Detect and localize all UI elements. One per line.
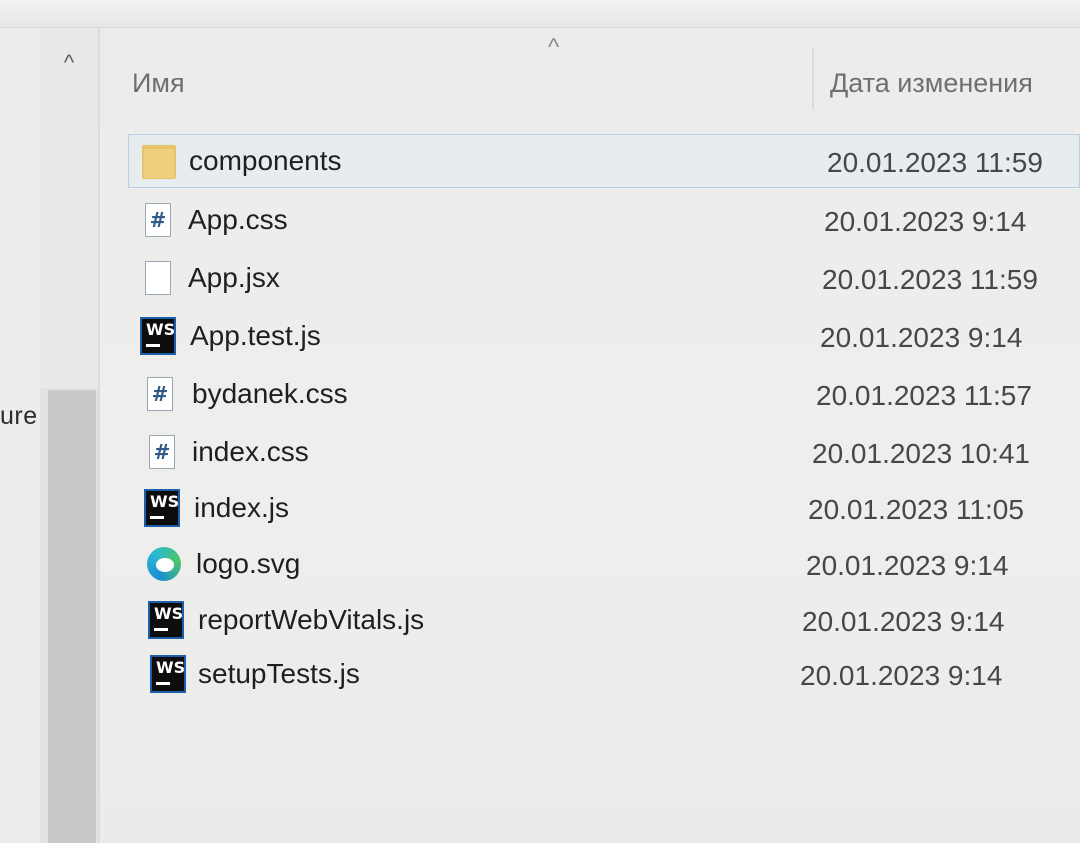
file-name: bydanek.css <box>192 378 348 409</box>
file-row-setuptests-js[interactable]: WS setupTests.js 20.01.2023 9:14 <box>142 648 1080 702</box>
file-row-index-css[interactable]: # index.css 20.01.2023 10:41 <box>134 426 1080 480</box>
folder-icon <box>141 143 177 179</box>
css-file-icon: # <box>140 202 176 238</box>
file-row-app-jsx[interactable]: App.jsx 20.01.2023 11:59 <box>128 252 1080 306</box>
file-date-modified: 20.01.2023 11:59 <box>827 147 1043 178</box>
file-row-index-js[interactable]: WS index.js 20.01.2023 11:05 <box>136 482 1080 536</box>
ws-glyph: WS <box>150 492 180 511</box>
file-list: components 20.01.2023 11:59 # App.css 20… <box>0 0 1080 843</box>
edge-file-icon <box>146 546 182 582</box>
file-date-modified: 20.01.2023 11:05 <box>808 494 1024 525</box>
hash-glyph: # <box>149 435 175 469</box>
file-name: index.js <box>194 492 289 523</box>
webstorm-file-icon: WS <box>144 489 180 527</box>
css-file-icon: # <box>144 434 180 470</box>
file-row-components[interactable]: components 20.01.2023 11:59 <box>128 134 1080 188</box>
file-row-app-test-js[interactable]: WS App.test.js 20.01.2023 9:14 <box>130 310 1080 364</box>
file-name: logo.svg <box>196 548 301 579</box>
file-name: components <box>189 145 342 176</box>
file-name: App.test.js <box>190 320 321 351</box>
file-date-modified: 20.01.2023 9:14 <box>806 550 1009 581</box>
file-explorer-window: ure ^ ^ Имя Дата изменения components 20… <box>0 0 1080 843</box>
css-file-icon: # <box>142 376 178 412</box>
file-date-modified: 20.01.2023 9:14 <box>800 660 1003 691</box>
hash-glyph: # <box>145 203 171 237</box>
file-row-app-css[interactable]: # App.css 20.01.2023 9:14 <box>128 194 1080 248</box>
file-date-modified: 20.01.2023 9:14 <box>824 206 1027 237</box>
file-name: App.jsx <box>188 262 280 293</box>
ws-glyph: WS <box>146 320 176 339</box>
ws-glyph: WS <box>154 604 184 623</box>
file-name: index.css <box>192 436 309 467</box>
file-name: reportWebVitals.js <box>198 604 425 635</box>
file-date-modified: 20.01.2023 11:59 <box>822 264 1038 295</box>
file-name: App.css <box>188 204 288 235</box>
webstorm-file-icon: WS <box>140 317 176 355</box>
hash-glyph: # <box>147 377 173 411</box>
file-date-modified: 20.01.2023 11:57 <box>816 380 1032 411</box>
file-name: setupTests.js <box>198 658 360 689</box>
file-date-modified: 20.01.2023 9:14 <box>802 606 1005 637</box>
file-date-modified: 20.01.2023 9:14 <box>820 322 1023 353</box>
jsx-file-icon <box>140 260 176 296</box>
file-row-bydanek-css[interactable]: # bydanek.css 20.01.2023 11:57 <box>132 368 1080 422</box>
file-row-reportwebvitals-js[interactable]: WS reportWebVitals.js 20.01.2023 9:14 <box>140 594 1080 648</box>
file-row-logo-svg[interactable]: logo.svg 20.01.2023 9:14 <box>138 538 1080 592</box>
file-date-modified: 20.01.2023 10:41 <box>812 438 1030 469</box>
webstorm-file-icon: WS <box>150 655 186 693</box>
ws-glyph: WS <box>156 658 186 677</box>
webstorm-file-icon: WS <box>148 601 184 639</box>
